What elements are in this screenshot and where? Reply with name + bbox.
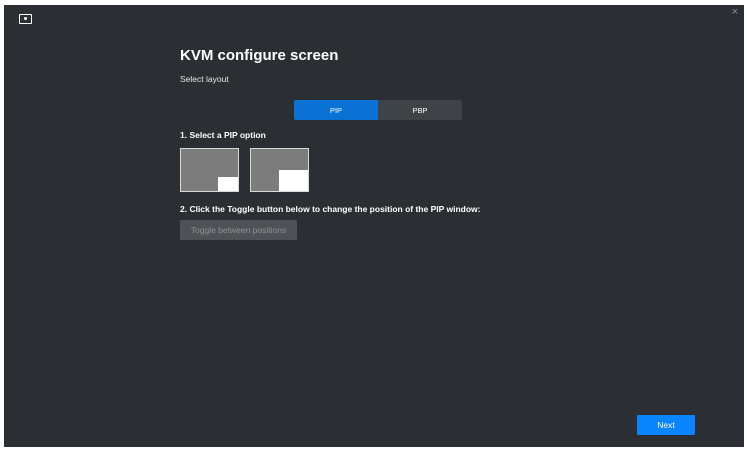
- pip-option-large[interactable]: [250, 148, 309, 192]
- pip-window-preview: [218, 177, 238, 191]
- close-icon[interactable]: ×: [732, 7, 738, 18]
- toggle-positions-button[interactable]: Toggle between positions: [180, 220, 297, 240]
- toggle-instruction: 2. Click the Toggle button below to chan…: [180, 204, 481, 214]
- monitor-icon: [19, 14, 32, 24]
- pip-window-preview: [279, 170, 308, 191]
- layout-segmented-control: PIP PBP: [294, 100, 462, 120]
- pip-tab[interactable]: PIP: [294, 100, 378, 120]
- kvm-configure-window: × KVM configure screen Select layout PIP…: [4, 5, 744, 447]
- pip-option-label: 1. Select a PIP option: [180, 130, 266, 140]
- next-button[interactable]: Next: [637, 415, 695, 435]
- select-layout-label: Select layout: [180, 74, 229, 84]
- pip-option-small[interactable]: [180, 148, 239, 192]
- page-title: KVM configure screen: [180, 47, 339, 64]
- pbp-tab[interactable]: PBP: [378, 100, 462, 120]
